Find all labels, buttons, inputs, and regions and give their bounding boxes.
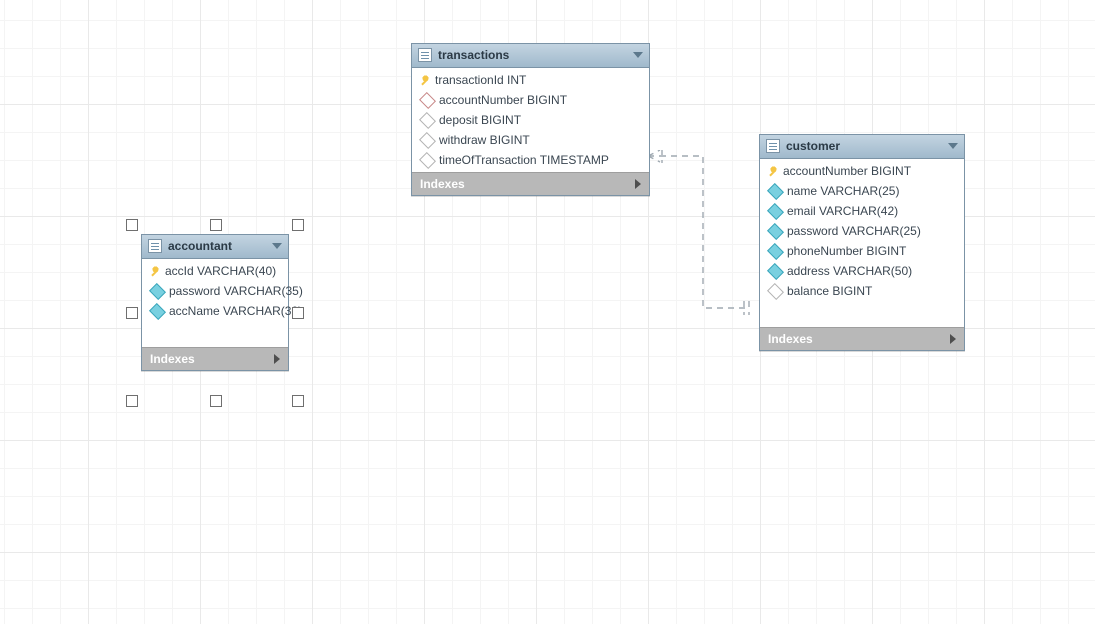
resize-handle[interactable] bbox=[126, 307, 138, 319]
column[interactable]: timeOfTransaction TIMESTAMP bbox=[412, 150, 649, 170]
indexes-label: Indexes bbox=[768, 332, 813, 346]
collapse-icon[interactable] bbox=[948, 143, 958, 149]
table-icon bbox=[418, 48, 432, 62]
relationship-connector[interactable] bbox=[648, 150, 760, 320]
column[interactable]: withdraw BIGINT bbox=[412, 130, 649, 150]
column[interactable]: accName VARCHAR(30) bbox=[142, 301, 288, 321]
resize-handle[interactable] bbox=[292, 307, 304, 319]
table-customer[interactable]: customer accountNumber BIGINT name VARCH… bbox=[759, 134, 965, 351]
collapse-icon[interactable] bbox=[633, 52, 643, 58]
columns-list: accountNumber BIGINT name VARCHAR(25) em… bbox=[760, 159, 964, 303]
column-text: phoneNumber BIGINT bbox=[787, 244, 906, 258]
indexes-section[interactable]: Indexes bbox=[142, 347, 288, 370]
column-text: timeOfTransaction TIMESTAMP bbox=[439, 153, 609, 167]
column[interactable]: transactionId INT bbox=[412, 70, 649, 90]
column-text: deposit BIGINT bbox=[439, 113, 521, 127]
indexes-label: Indexes bbox=[150, 352, 195, 366]
column-text: accountNumber BIGINT bbox=[439, 93, 567, 107]
notnull-icon bbox=[767, 203, 784, 220]
column-text: password VARCHAR(25) bbox=[787, 224, 921, 238]
column[interactable]: name VARCHAR(25) bbox=[760, 181, 964, 201]
nullable-icon bbox=[419, 112, 436, 129]
indexes-section[interactable]: Indexes bbox=[412, 172, 649, 195]
table-title: customer bbox=[786, 139, 840, 153]
resize-handle[interactable] bbox=[210, 395, 222, 407]
primary-key-icon bbox=[766, 163, 782, 179]
primary-key-icon bbox=[148, 263, 164, 279]
table-title: transactions bbox=[438, 48, 509, 62]
notnull-icon bbox=[767, 243, 784, 260]
notnull-icon bbox=[767, 263, 784, 280]
column-text: accId VARCHAR(40) bbox=[165, 264, 276, 278]
table-icon bbox=[766, 139, 780, 153]
column-text: accName VARCHAR(30) bbox=[169, 304, 302, 318]
column-text: transactionId INT bbox=[435, 73, 526, 87]
column[interactable]: email VARCHAR(42) bbox=[760, 201, 964, 221]
indexes-label: Indexes bbox=[420, 177, 465, 191]
column-text: email VARCHAR(42) bbox=[787, 204, 898, 218]
notnull-icon bbox=[149, 283, 166, 300]
notnull-icon bbox=[149, 303, 166, 320]
notnull-icon bbox=[767, 223, 784, 240]
expand-icon[interactable] bbox=[950, 334, 956, 344]
table-header[interactable]: accountant bbox=[142, 235, 288, 259]
indexes-section[interactable]: Indexes bbox=[760, 327, 964, 350]
resize-handle[interactable] bbox=[292, 395, 304, 407]
column[interactable]: deposit BIGINT bbox=[412, 110, 649, 130]
resize-handle[interactable] bbox=[126, 219, 138, 231]
column[interactable]: balance BIGINT bbox=[760, 281, 964, 301]
resize-handle[interactable] bbox=[210, 219, 222, 231]
nullable-icon bbox=[419, 132, 436, 149]
table-header[interactable]: customer bbox=[760, 135, 964, 159]
column[interactable]: address VARCHAR(50) bbox=[760, 261, 964, 281]
foreign-key-icon bbox=[419, 92, 436, 109]
columns-list: transactionId INT accountNumber BIGINT d… bbox=[412, 68, 649, 172]
columns-list: accId VARCHAR(40) password VARCHAR(35) a… bbox=[142, 259, 288, 323]
column-text: address VARCHAR(50) bbox=[787, 264, 912, 278]
column[interactable]: accId VARCHAR(40) bbox=[142, 261, 288, 281]
primary-key-icon bbox=[418, 72, 434, 88]
table-accountant[interactable]: accountant accId VARCHAR(40) password VA… bbox=[141, 234, 289, 371]
expand-icon[interactable] bbox=[274, 354, 280, 364]
column-text: accountNumber BIGINT bbox=[783, 164, 911, 178]
resize-handle[interactable] bbox=[292, 219, 304, 231]
table-header[interactable]: transactions bbox=[412, 44, 649, 68]
notnull-icon bbox=[767, 183, 784, 200]
table-spacer bbox=[760, 303, 964, 327]
expand-icon[interactable] bbox=[635, 179, 641, 189]
column-text: withdraw BIGINT bbox=[439, 133, 530, 147]
column-text: password VARCHAR(35) bbox=[169, 284, 303, 298]
column-text: balance BIGINT bbox=[787, 284, 872, 298]
nullable-icon bbox=[767, 283, 784, 300]
collapse-icon[interactable] bbox=[272, 243, 282, 249]
column[interactable]: password VARCHAR(35) bbox=[142, 281, 288, 301]
resize-handle[interactable] bbox=[126, 395, 138, 407]
table-title: accountant bbox=[168, 239, 232, 253]
table-spacer bbox=[142, 323, 288, 347]
table-icon bbox=[148, 239, 162, 253]
column[interactable]: accountNumber BIGINT bbox=[760, 161, 964, 181]
column[interactable]: password VARCHAR(25) bbox=[760, 221, 964, 241]
column[interactable]: phoneNumber BIGINT bbox=[760, 241, 964, 261]
nullable-icon bbox=[419, 152, 436, 169]
column[interactable]: accountNumber BIGINT bbox=[412, 90, 649, 110]
table-transactions[interactable]: transactions transactionId INT accountNu… bbox=[411, 43, 650, 196]
column-text: name VARCHAR(25) bbox=[787, 184, 899, 198]
erd-canvas[interactable]: accountant accId VARCHAR(40) password VA… bbox=[0, 0, 1095, 624]
